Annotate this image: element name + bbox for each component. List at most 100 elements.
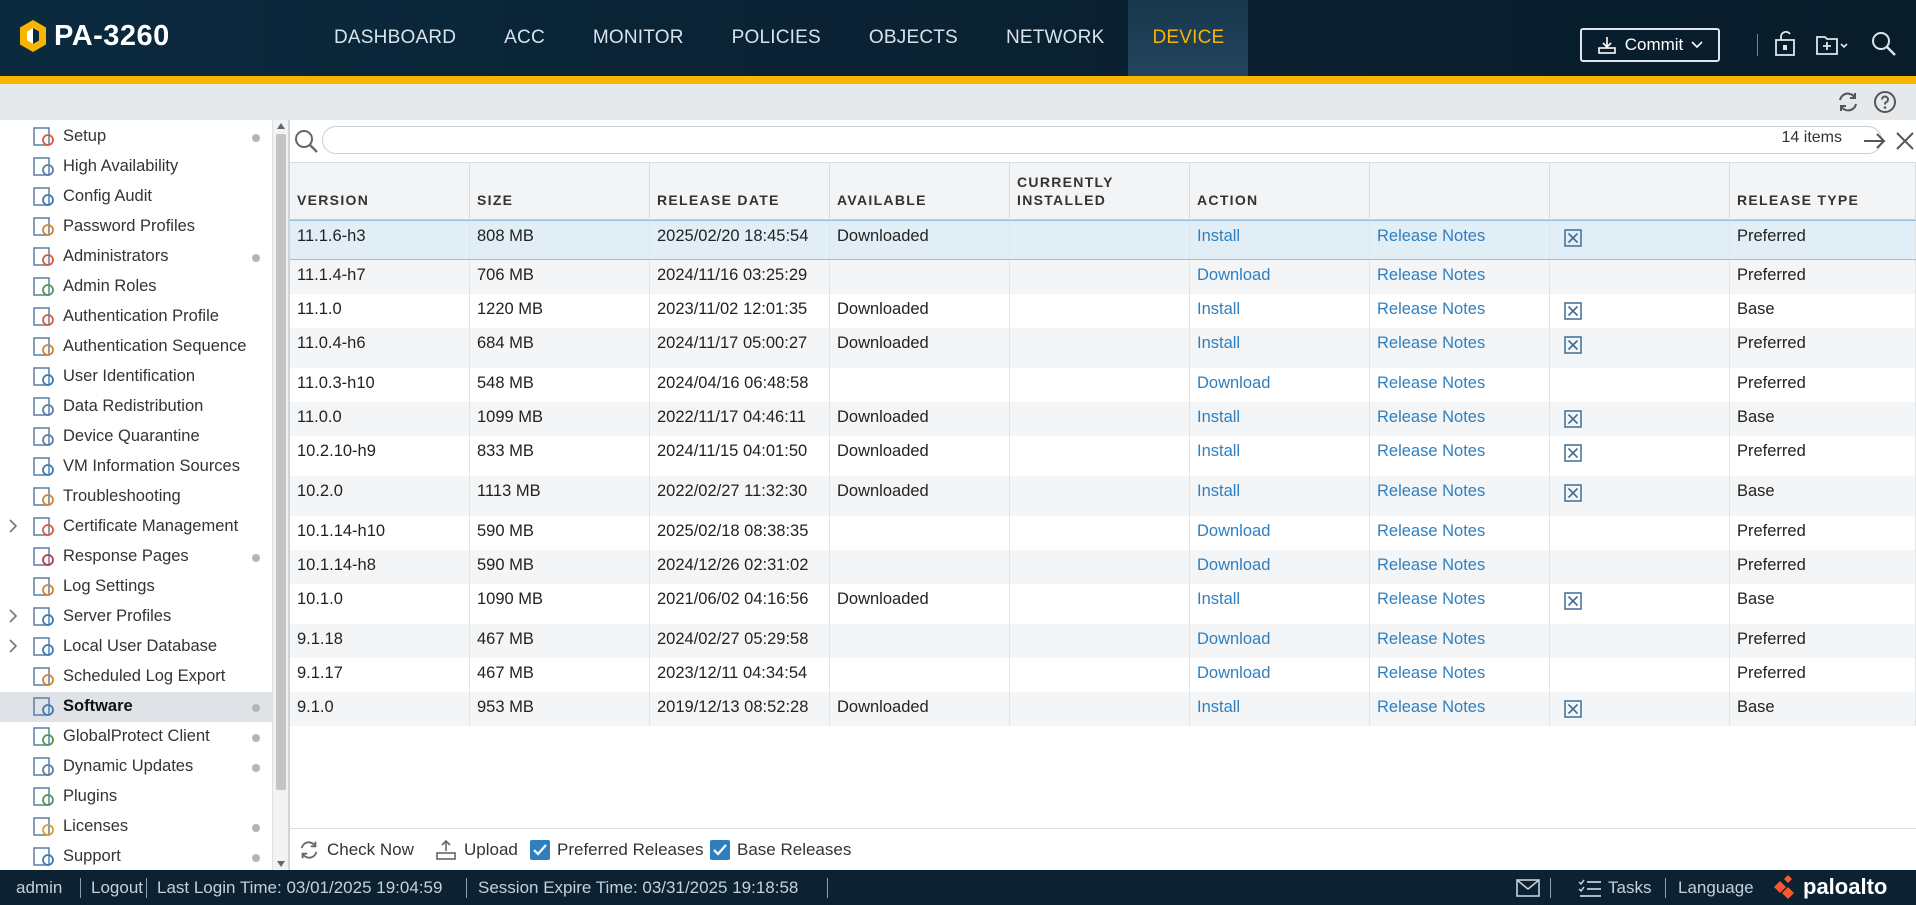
install-link[interactable]: Install [1197,227,1240,246]
sidebar-item-scheduled-log-export[interactable]: Scheduled Log Export [0,662,272,692]
sidebar-item-device-quarantine[interactable]: Device Quarantine [0,422,272,452]
cell-action[interactable]: Install [1190,584,1370,624]
cell-action[interactable]: Install [1190,294,1370,328]
install-link[interactable]: Install [1197,698,1240,717]
release-notes-link[interactable]: Release Notes [1377,698,1485,717]
tasks-link[interactable]: Tasks [1608,878,1651,898]
sidebar-item-licenses[interactable]: Licenses [0,812,272,842]
sidebar-item-software[interactable]: Software [0,692,272,722]
current-user[interactable]: admin [16,878,62,898]
sidebar-item-password-profiles[interactable]: Password Profiles [0,212,272,242]
cell-release-notes[interactable]: Release Notes [1370,402,1550,436]
cell-action[interactable]: Download [1190,658,1370,692]
cell-delete[interactable] [1550,624,1730,658]
column-header-action[interactable]: ACTION [1190,163,1370,221]
cell-action[interactable]: Download [1190,516,1370,550]
table-row[interactable]: 11.0.3-h10 548 MB 2024/04/16 06:48:58 Downl… [290,368,1916,402]
sidebar-scrollbar[interactable] [272,120,288,870]
sidebar-item-server-profiles[interactable]: Server Profiles [0,602,272,632]
table-row[interactable]: 9.1.17 467 MB 2023/12/11 04:34:54 Download R… [290,658,1916,692]
cell-release-notes[interactable]: Release Notes [1370,221,1550,259]
release-notes-link[interactable]: Release Notes [1377,334,1485,353]
tab-dashboard[interactable]: DASHBOARD [310,0,480,76]
cell-action[interactable]: Download [1190,368,1370,402]
cell-release-notes[interactable]: Release Notes [1370,550,1550,584]
tab-device[interactable]: DEVICE [1128,0,1249,76]
table-row[interactable]: 10.2.10-h9 833 MB 2024/11/15 04:01:50 Downl… [290,436,1916,476]
tab-policies[interactable]: POLICIES [708,0,845,76]
cell-action[interactable]: Install [1190,436,1370,476]
table-row[interactable]: 10.1.14-h8 590 MB 2024/12/26 02:31:02 Downl… [290,550,1916,584]
scrollbar-thumb[interactable] [276,134,286,790]
release-notes-link[interactable]: Release Notes [1377,300,1485,319]
sidebar-item-authentication-profile[interactable]: Authentication Profile [0,302,272,332]
release-notes-link[interactable]: Release Notes [1377,630,1485,649]
release-notes-link[interactable]: Release Notes [1377,227,1485,246]
mail-icon[interactable] [1516,879,1540,897]
delete-image-icon[interactable] [1564,302,1582,320]
cell-delete[interactable] [1550,658,1730,692]
sidebar-item-dynamic-updates[interactable]: Dynamic Updates [0,752,272,782]
sidebar-item-setup[interactable]: Setup [0,122,272,152]
table-row[interactable]: 9.1.18 467 MB 2024/02/27 05:29:58 Download R… [290,624,1916,658]
cell-release-notes[interactable]: Release Notes [1370,436,1550,476]
cell-delete[interactable] [1550,584,1730,624]
cell-release-notes[interactable]: Release Notes [1370,476,1550,516]
release-notes-link[interactable]: Release Notes [1377,408,1485,427]
install-link[interactable]: Install [1197,334,1240,353]
delete-image-icon[interactable] [1564,444,1582,462]
table-row[interactable]: 11.1.4-h7 706 MB 2024/11/16 03:25:29 Downlo… [290,260,1916,294]
scroll-down-arrow-icon[interactable] [277,861,285,867]
tasks-icon[interactable] [1578,878,1602,898]
delete-image-icon[interactable] [1564,700,1582,718]
logout-link[interactable]: Logout [91,878,143,898]
help-icon[interactable] [1873,90,1897,114]
release-notes-link[interactable]: Release Notes [1377,266,1485,285]
column-header-size[interactable]: SIZE [470,163,650,221]
refresh-icon[interactable] [1836,90,1860,114]
apply-filter-arrow-icon[interactable] [1862,130,1888,152]
column-header-release-notes[interactable] [1370,163,1550,221]
download-link[interactable]: Download [1197,522,1270,541]
sidebar-item-certificate-management[interactable]: Certificate Management [0,512,272,542]
column-header-delete[interactable] [1550,163,1730,221]
cell-action[interactable]: Install [1190,692,1370,726]
cell-release-notes[interactable]: Release Notes [1370,294,1550,328]
sidebar-item-support[interactable]: Support [0,842,272,870]
cell-action[interactable]: Install [1190,328,1370,368]
cell-delete[interactable] [1550,436,1730,476]
release-notes-link[interactable]: Release Notes [1377,522,1485,541]
sidebar-item-response-pages[interactable]: Response Pages [0,542,272,572]
checkbox-checked-icon[interactable] [710,840,730,860]
cell-delete[interactable] [1550,328,1730,368]
commit-button[interactable]: Commit [1580,28,1720,62]
sidebar-item-high-availability[interactable]: High Availability [0,152,272,182]
release-notes-link[interactable]: Release Notes [1377,482,1485,501]
cell-delete[interactable] [1550,294,1730,328]
save-config-icon[interactable] [1814,30,1850,58]
install-link[interactable]: Install [1197,408,1240,427]
install-link[interactable]: Install [1197,300,1240,319]
download-link[interactable]: Download [1197,664,1270,683]
cell-delete[interactable] [1550,221,1730,259]
cell-delete[interactable] [1550,692,1730,726]
cell-delete[interactable] [1550,402,1730,436]
cell-action[interactable]: Download [1190,550,1370,584]
table-row[interactable]: 10.1.14-h10 590 MB 2025/02/18 08:38:35 Down… [290,516,1916,550]
delete-image-icon[interactable] [1564,484,1582,502]
global-search-icon[interactable] [1870,30,1898,58]
download-link[interactable]: Download [1197,556,1270,575]
cell-release-notes[interactable]: Release Notes [1370,516,1550,550]
tab-acc[interactable]: ACC [480,0,569,76]
tab-network[interactable]: NETWORK [982,0,1129,76]
delete-image-icon[interactable] [1564,410,1582,428]
cell-action[interactable]: Download [1190,624,1370,658]
cell-release-notes[interactable]: Release Notes [1370,658,1550,692]
sidebar-item-vm-information-sources[interactable]: VM Information Sources [0,452,272,482]
base-releases-checkbox[interactable]: Base Releases [710,839,851,861]
table-row[interactable]: 11.1.6-h3 808 MB 2025/02/20 18:45:54 Downlo… [290,220,1916,260]
install-link[interactable]: Install [1197,442,1240,461]
release-notes-link[interactable]: Release Notes [1377,442,1485,461]
table-row[interactable]: 10.1.0 1090 MB 2021/06/02 04:16:56 Download… [290,584,1916,624]
sidebar-item-globalprotect-client[interactable]: GlobalProtect Client [0,722,272,752]
